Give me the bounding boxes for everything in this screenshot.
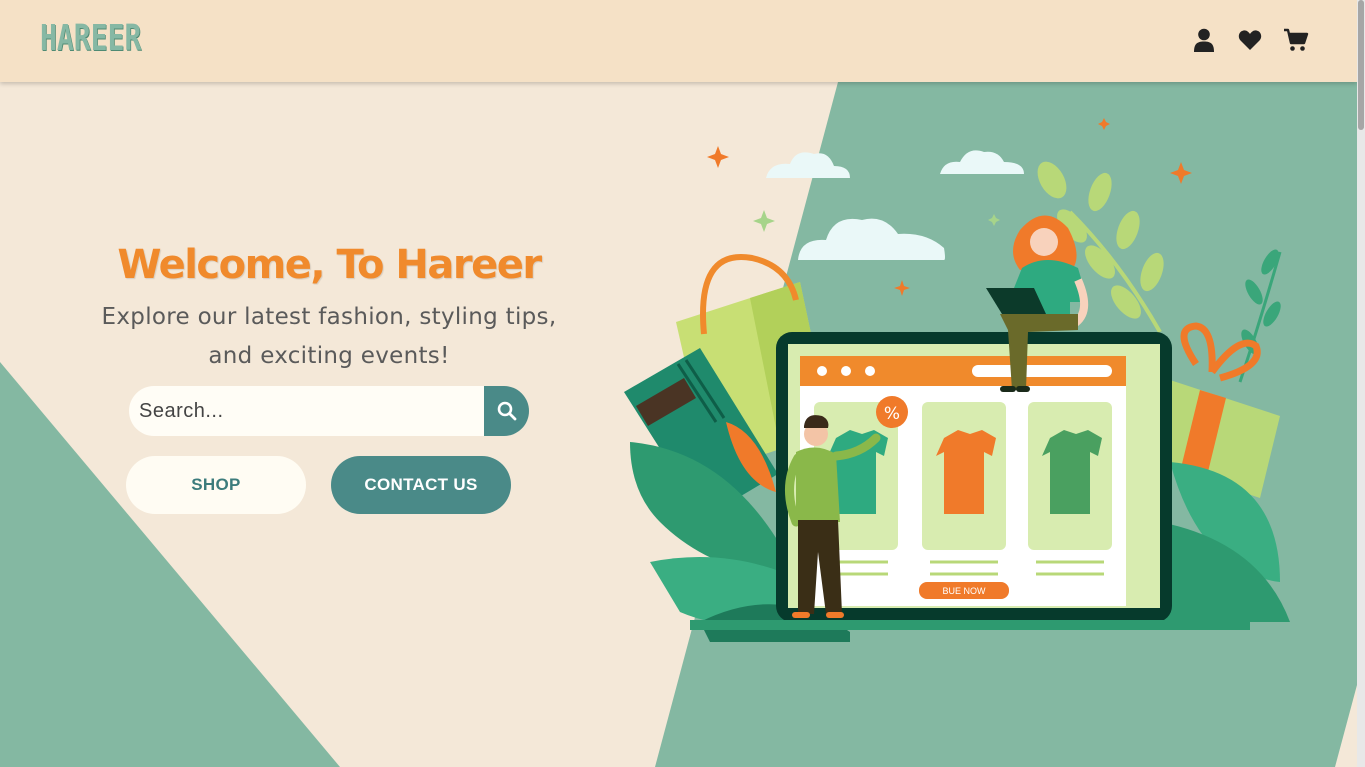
hero-section: Welcome, To Hareer Explore our latest fa…	[0, 82, 1357, 767]
navbar: HAREER	[0, 0, 1357, 82]
search-button[interactable]	[484, 386, 529, 436]
heart-icon[interactable]	[1237, 27, 1263, 53]
discount-symbol: %	[884, 404, 900, 424]
hero-title: Welcome, To Hareer	[117, 242, 542, 288]
sparkle-icon	[753, 210, 775, 232]
cloud-icon	[766, 150, 1024, 260]
search-bar	[129, 386, 529, 436]
sparkle-icon	[988, 214, 1000, 226]
sparkle-icon	[1170, 162, 1192, 184]
search-input[interactable]	[129, 386, 484, 436]
shop-button[interactable]: SHOP	[126, 456, 306, 514]
scrollbar[interactable]	[1357, 0, 1365, 767]
contact-us-button[interactable]: CONTACT US	[331, 456, 511, 514]
cart-icon[interactable]	[1283, 27, 1309, 53]
sparkle-icon	[707, 146, 729, 168]
sparkle-icon	[1098, 118, 1110, 130]
hero-subtitle-line1: Explore our latest fashion, styling tips…	[101, 304, 557, 330]
shopping-illustration: BUE NOW %	[624, 118, 1290, 642]
hero-subtitle: Explore our latest fashion, styling tips…	[90, 298, 568, 376]
sparkle-icon	[894, 280, 910, 296]
leaf-decoration	[1160, 462, 1290, 622]
logo[interactable]: HAREER	[40, 18, 141, 59]
buy-now-label: BUE NOW	[942, 586, 986, 596]
nav-icons	[1191, 27, 1309, 53]
user-icon[interactable]	[1191, 27, 1217, 53]
hero-subtitle-line2: and exciting events!	[208, 343, 450, 369]
plant-decoration	[1238, 249, 1282, 383]
scrollbar-thumb[interactable]	[1358, 0, 1364, 130]
search-icon	[497, 401, 516, 421]
